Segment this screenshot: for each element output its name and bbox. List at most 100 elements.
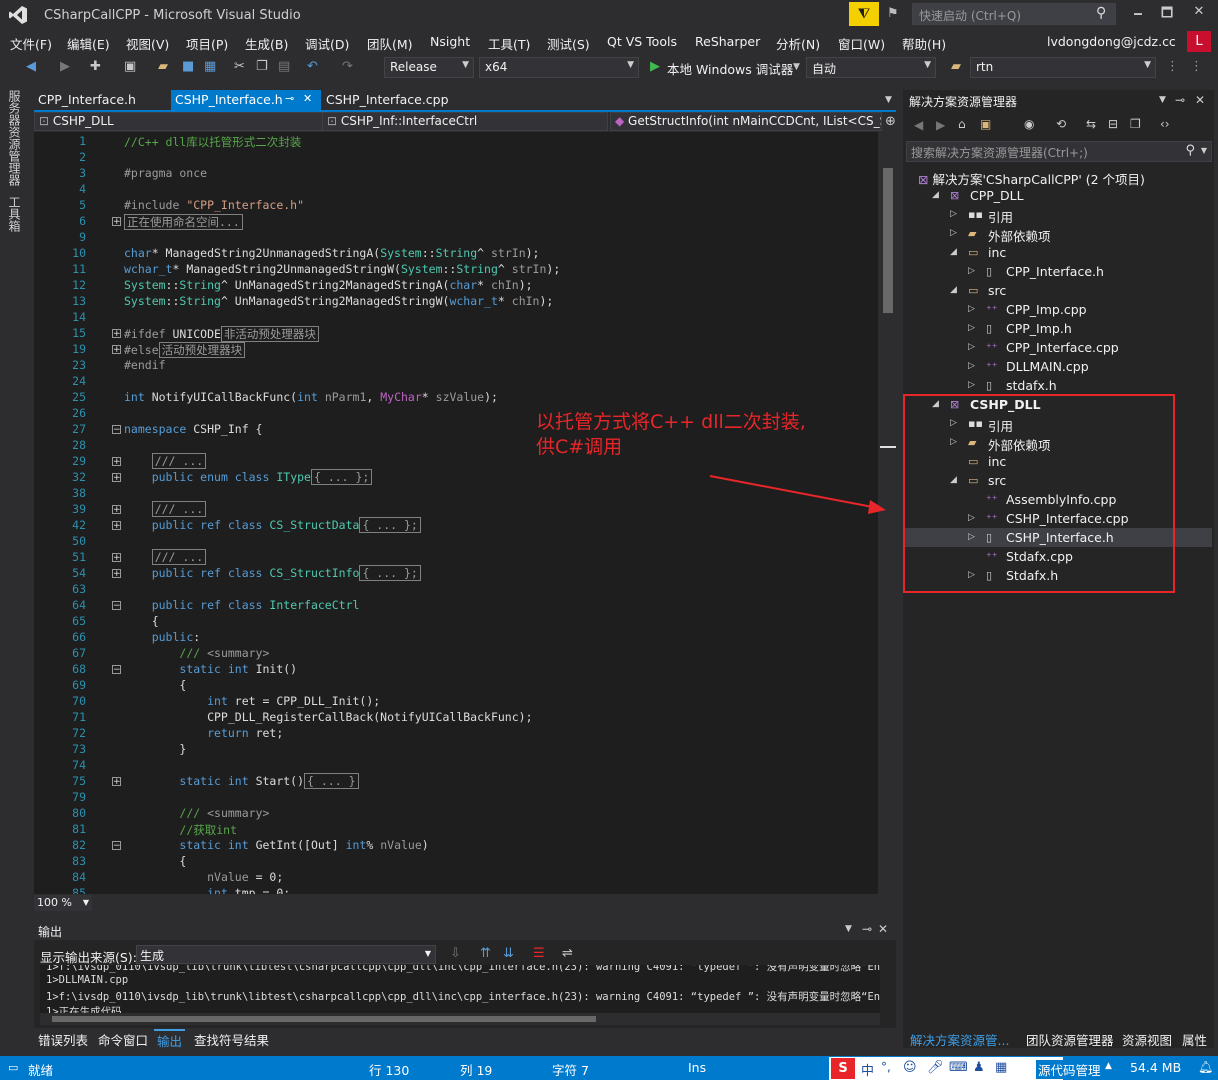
tab-find-symbol-results[interactable]: 查找符号结果 [194,1030,269,1049]
cut-icon[interactable]: ✂ [234,59,245,74]
word-wrap-icon[interactable]: ⇌ [562,946,573,961]
quick-launch-input[interactable]: 快速启动 (Ctrl+Q) [912,3,1116,25]
close-icon[interactable]: ✕ [878,922,888,936]
paste-icon[interactable]: ▤ [278,59,290,74]
tree-item-label[interactable]: stdafx.h [1006,378,1057,393]
menu-help[interactable]: 帮助(H) [902,34,946,53]
menu-tools[interactable]: 工具(T) [488,34,530,53]
pin-icon[interactable]: ⊸ [1175,93,1185,107]
output-text-area[interactable]: 1>f:\ivsdp_0110\ivsdp_lib\trunk\libtest\… [40,965,880,1013]
tab-solution-explorer[interactable]: 解决方案资源管... [910,1030,1009,1049]
status-source-control[interactable]: 源代码管理 [1036,1060,1101,1079]
menu-analyze[interactable]: 分析(N) [776,34,820,53]
tab-cshp-interface-cpp[interactable]: CSHP_Interface.cpp [322,90,453,110]
chevron-down-icon[interactable]: ▼ [845,924,852,934]
menu-nsight[interactable]: Nsight [430,34,470,49]
tree-item-label[interactable]: CPP_Interface.h [1006,264,1104,279]
start-debugging-icon[interactable]: ▶ [650,59,660,74]
collapse-icon[interactable]: − [112,665,121,675]
split-icon[interactable]: ⊕ [885,114,896,129]
forward-icon[interactable]: ▶ [60,59,70,74]
expand-arrow-icon[interactable]: ▷ [968,342,975,352]
tab-cpp-interface-h[interactable]: CPP_Interface.h [34,90,140,110]
menu-window[interactable]: 窗口(W) [838,34,885,53]
output-hscroll-thumb[interactable] [52,1016,596,1022]
history-icon[interactable]: ⟲ [1056,117,1066,131]
skin-icon[interactable]: ♟ [973,1060,985,1075]
tree-item-label[interactable]: DLLMAIN.cpp [1006,359,1089,374]
add-item-icon[interactable]: ▣ [124,59,136,74]
keyboard-icon[interactable]: ⌨ [949,1060,968,1075]
tree-item-label[interactable]: inc [988,245,1006,260]
scope-nav-select[interactable]: ⊡ CSHP_Inf::InterfaceCtrl [322,112,608,131]
expand-icon[interactable]: + [112,777,121,787]
scrollbar-thumb[interactable] [883,168,893,313]
tab-output[interactable]: 输出 [154,1029,186,1050]
tab-properties[interactable]: 属性 [1182,1030,1207,1049]
expand-icon[interactable]: + [112,329,121,339]
tab-cshp-interface-h[interactable]: CSHP_Interface.h ⊸ ✕ [171,90,321,110]
tree-item-label[interactable]: 引用 [988,207,1013,226]
tab-toolbox[interactable]: 工具箱 [6,196,23,232]
solution-search-input[interactable]: 搜索解决方案资源管理器(Ctrl+;) ⚲ ▼ [906,141,1212,162]
microphone-icon[interactable]: 🎤︎ [927,1060,944,1075]
minimize-button[interactable]: 🗕 [1123,4,1153,26]
tab-error-list[interactable]: 错误列表 [38,1030,88,1049]
collapse-arrow-icon[interactable]: ◢ [932,190,939,200]
chevron-down-icon[interactable]: ▼ [1159,95,1166,105]
feedback-icon[interactable]: ⧨ [849,2,879,26]
menu-edit[interactable]: 编辑(E) [67,34,110,53]
open-folder-icon[interactable]: ▰ [158,59,168,74]
maximize-button[interactable]: 🗖 [1152,4,1182,26]
expand-arrow-icon[interactable]: ▷ [950,228,957,238]
next-message-icon[interactable]: ⇊ [503,946,514,961]
tab-server-explorer[interactable]: 服务器资源管理器 [6,90,23,186]
expand-icon[interactable]: + [112,553,121,563]
expand-icon[interactable]: + [112,569,121,579]
copy-icon[interactable]: ❐ [256,59,268,74]
collapse-arrow-icon[interactable]: ◢ [950,285,957,295]
tree-item-label[interactable]: 外部依赖项 [988,226,1051,245]
collapse-icon[interactable]: − [112,601,121,611]
find-combo[interactable]: rtn ▼ [970,57,1156,78]
undo-icon[interactable]: ↶ [307,59,318,74]
solution-platform-select[interactable]: x64 ▼ [479,57,639,78]
save-all-icon[interactable]: ▦ [204,59,216,74]
ime-chinese-mode[interactable]: 中 [861,1060,874,1079]
collapse-icon[interactable]: − [112,841,121,851]
expand-icon[interactable]: + [112,473,121,483]
toolbar-options-icon[interactable]: ⋮ [1190,59,1203,74]
member-nav-select[interactable]: ◆ GetStructInfo(int nMainCCDCnt, IList<C… [610,112,882,131]
menu-file[interactable]: 文件(F) [10,34,52,53]
tree-item-label[interactable]: CPP_DLL [970,188,1024,203]
collapse-all-icon[interactable]: ⊟ [1108,117,1118,131]
chevron-up-icon[interactable]: ▲ [1105,1061,1112,1071]
close-icon[interactable]: ✕ [303,92,312,105]
close-icon[interactable]: ✕ [1195,93,1205,107]
pending-changes-icon[interactable]: ◉ [1024,117,1034,131]
debug-target-select[interactable]: 自动 ▼ [806,57,936,78]
expand-icon[interactable]: + [112,457,121,467]
solution-configuration-select[interactable]: Release ▼ [384,57,474,78]
new-project-icon[interactable]: ✚ [90,59,101,74]
goto-error-icon[interactable]: ⇩ [450,946,461,961]
expand-arrow-icon[interactable]: ▷ [968,323,975,333]
previous-message-icon[interactable]: ⇈ [480,946,491,961]
menu-test[interactable]: 测试(S) [547,34,590,53]
notifications-icon[interactable]: 🔔︎ [1198,1060,1213,1074]
pin-icon[interactable]: ⊸ [285,92,294,105]
toolbar-overflow-icon[interactable]: ⋮ [1166,59,1179,74]
redo-icon[interactable]: ↷ [342,59,353,74]
tree-item-label[interactable]: CPP_Interface.cpp [1006,340,1119,355]
tree-item-label[interactable]: CPP_Imp.h [1006,321,1072,336]
show-all-files-icon[interactable]: ❐ [1130,117,1141,131]
sync-icon[interactable]: ⇆ [1086,117,1096,131]
collapse-icon[interactable]: − [112,425,121,435]
avatar[interactable]: L [1187,31,1211,52]
ime-toolbar[interactable]: S 中 °, ☺ 🎤︎ ⌨ ♟ ▦ [829,1057,1063,1080]
expand-icon[interactable]: + [112,521,121,531]
menu-build[interactable]: 生成(B) [245,34,288,53]
back-icon[interactable]: ◀ [914,118,923,132]
save-icon[interactable]: ■ [182,59,194,74]
menu-qt-vs-tools[interactable]: Qt VS Tools [607,34,677,49]
